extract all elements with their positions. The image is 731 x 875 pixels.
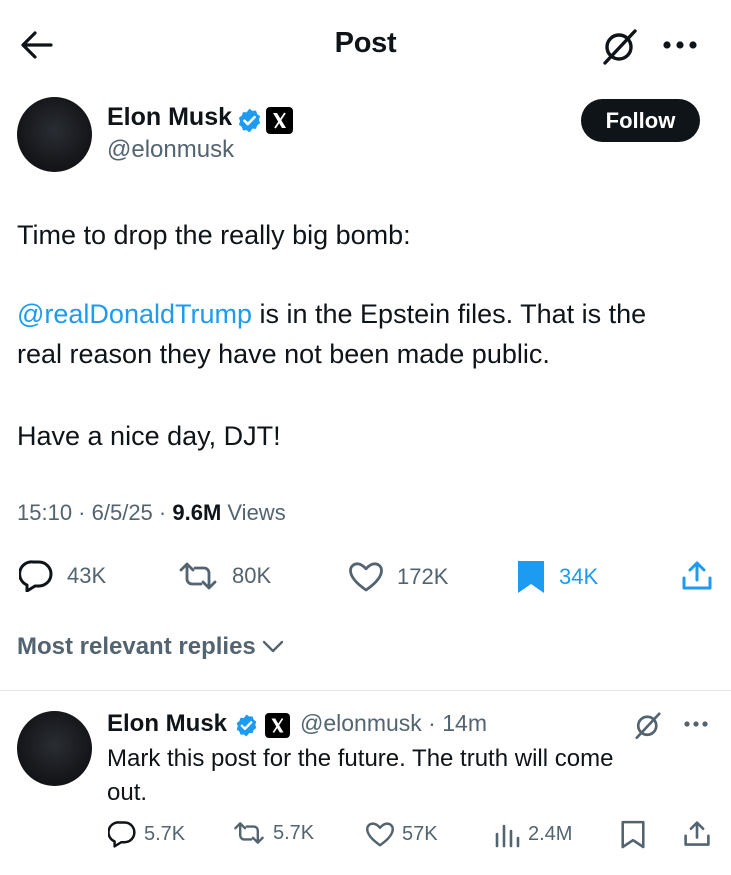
post-text-line: @realDonaldTrump is in the Epstein files… [17,294,646,334]
reply-action[interactable]: 43K [19,560,106,592]
x-affiliation-icon [266,107,293,134]
more-options-icon[interactable] [682,719,710,729]
share-icon[interactable] [683,820,711,848]
reply-like-action[interactable]: 57K [366,822,438,847]
repost-icon [178,561,218,591]
views-label: Views [227,500,286,525]
mention-link[interactable]: @realDonaldTrump [17,299,252,329]
chevron-down-icon [262,640,284,654]
analytics-bars-icon [494,820,520,848]
reply-views-action[interactable]: 2.4M [494,820,572,848]
bookmark-action[interactable]: 34K [517,560,598,594]
bookmark-filled-icon [517,560,545,594]
author-name[interactable]: Elon Musk [107,103,232,132]
reply-author-name[interactable]: Elon Musk [107,710,227,738]
post-text-fragment: is in the Epstein files. That is the [252,299,647,329]
post-time[interactable]: 15:10 [17,500,72,525]
reply-handle-line: @elonmusk · 14m [300,710,487,736]
replies-sort-label: Most relevant replies [17,633,256,660]
repost-count: 80K [232,563,272,588]
x-affiliation-icon [265,713,290,738]
author-handle[interactable]: @elonmusk [107,136,234,164]
post-text-line: Have a nice day, DJT! [17,421,281,451]
verified-badge-icon [236,107,263,134]
reply-repost-count: 5.7K [273,821,315,844]
grok-icon[interactable] [633,710,663,740]
like-count: 172K [397,564,449,589]
repost-icon [233,821,265,845]
replies-sort-dropdown[interactable]: Most relevant replies [17,633,284,661]
reply-repost-action[interactable]: 5.7K [233,821,314,845]
verified-badge-icon [234,713,259,738]
more-options-icon[interactable] [660,38,700,52]
bookmark-count: 34K [559,564,599,589]
post-text-line: Time to drop the really big bomb: [17,220,411,250]
post-meta: 15:10 · 6/5/25 · 9.6M Views [17,500,286,525]
like-action[interactable]: 172K [349,562,448,592]
reply-author-handle[interactable]: @elonmusk [300,710,422,736]
heart-icon [349,562,383,592]
bookmark-icon[interactable] [621,820,645,850]
reply-bubble-icon [108,820,136,848]
reply-bubble-icon [19,560,53,592]
repost-action[interactable]: 80K [178,561,271,591]
share-icon[interactable] [681,560,713,592]
reply-count: 43K [67,563,107,588]
post-date[interactable]: 6/5/25 [92,500,153,525]
top-bar: Post [0,0,731,92]
reply-age[interactable]: 14m [442,710,487,736]
heart-icon [366,822,394,847]
reply-avatar[interactable] [17,711,92,786]
grok-icon[interactable] [600,26,640,66]
follow-button[interactable]: Follow [581,99,700,142]
divider [0,690,731,691]
reply-reply-count: 5.7K [144,822,186,845]
post-text-line: real reason they have not been made publ… [17,339,550,369]
reply-reply-action[interactable]: 5.7K [108,820,185,848]
author-avatar[interactable] [17,97,92,172]
reply-like-count: 57K [402,823,438,845]
reply-text-line: out. [107,779,148,806]
reply-views-count: 2.4M [528,822,573,845]
views-count: 9.6M [172,500,222,525]
reply-text-line: Mark this post for the future. The truth… [107,745,614,772]
